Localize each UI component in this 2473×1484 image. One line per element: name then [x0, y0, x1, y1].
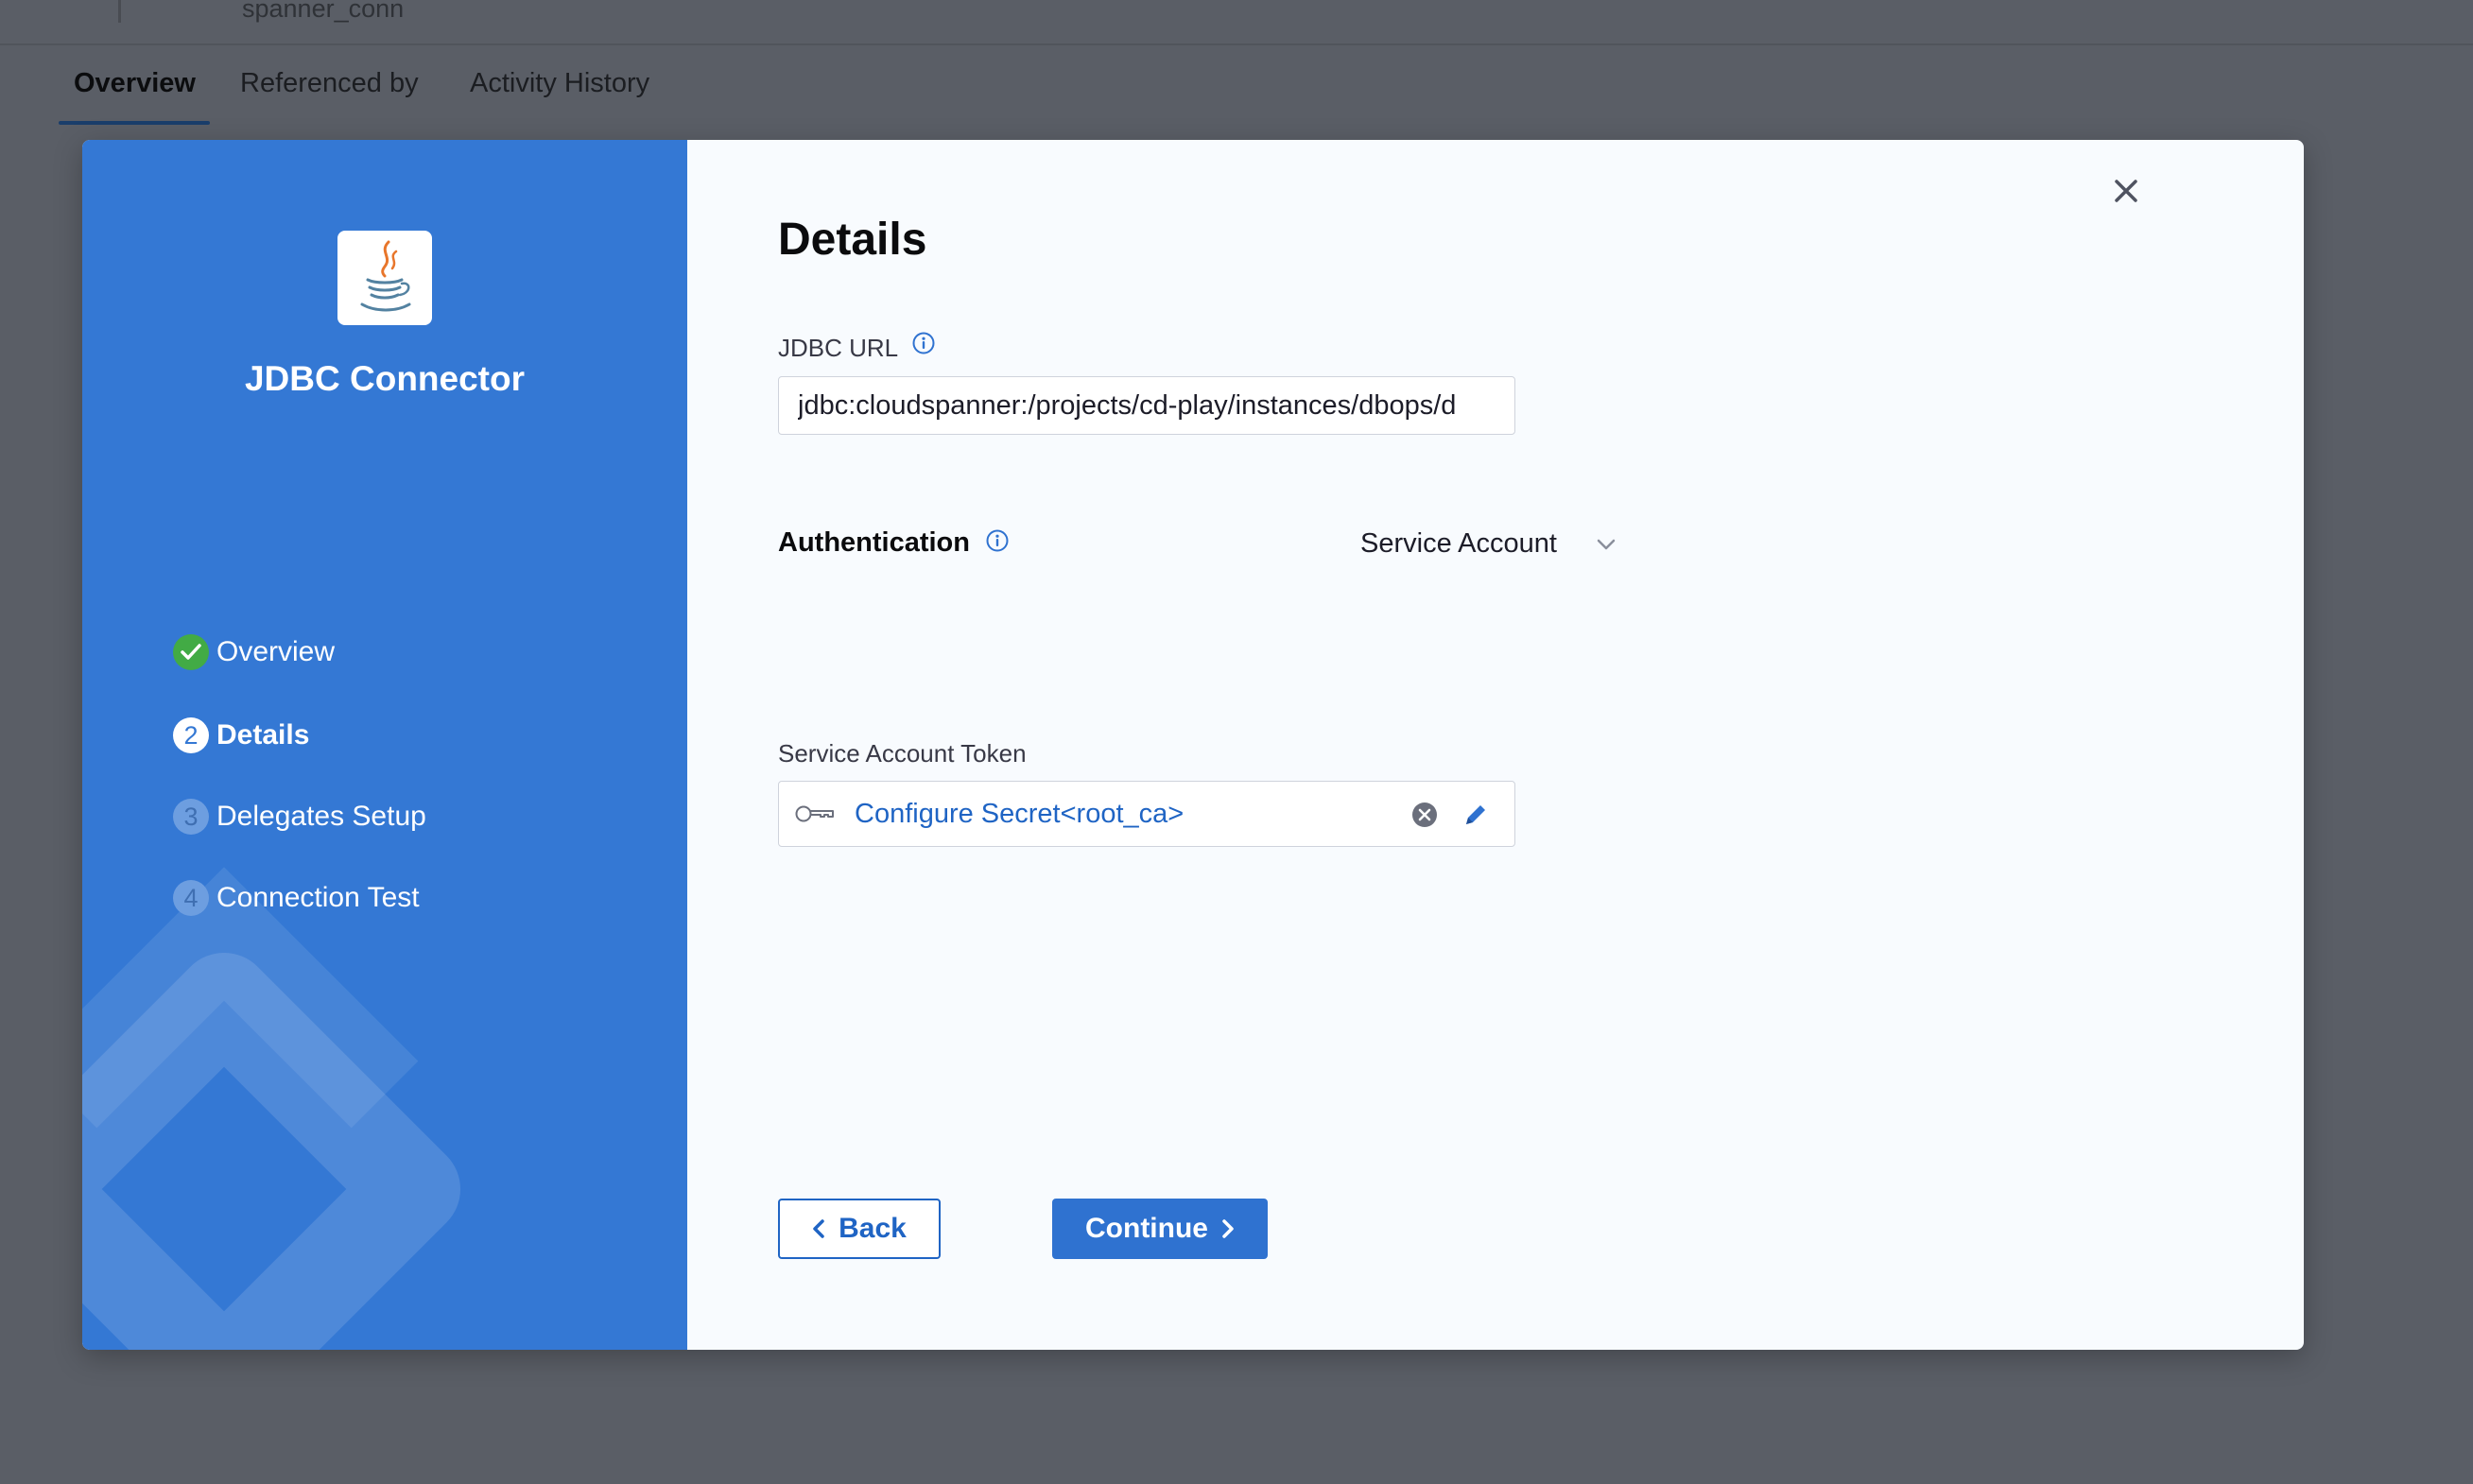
jdbc-url-label-text: JDBC URL	[778, 334, 898, 362]
tab-overview[interactable]: Overview	[74, 68, 196, 116]
wizard-title: JDBC Connector	[244, 359, 526, 398]
step-label: Delegates Setup	[216, 801, 426, 832]
java-logo	[337, 231, 432, 325]
header-divider	[118, 0, 121, 23]
step-label: Connection Test	[216, 882, 420, 913]
active-tab-indicator	[59, 121, 210, 125]
step-number: 2	[173, 717, 209, 753]
connector-wizard-dialog: JDBC Connector Overview 2 Details 3 Dele…	[82, 140, 2304, 1350]
close-button[interactable]	[2105, 170, 2147, 212]
continue-button[interactable]: Continue	[1052, 1199, 1268, 1259]
info-icon[interactable]	[911, 331, 936, 355]
authentication-type-select[interactable]: Service Account	[1360, 520, 1616, 567]
java-icon	[360, 240, 411, 312]
step-number: 3	[173, 799, 209, 835]
continue-button-label: Continue	[1085, 1213, 1208, 1244]
details-panel: Details JDBC URL Authentication Service …	[687, 140, 2304, 1350]
authentication-label-text: Authentication	[778, 527, 970, 558]
back-button[interactable]: Back	[778, 1199, 941, 1259]
key-icon	[795, 805, 834, 822]
page-header: spanner_conn	[0, 0, 2473, 45]
chevron-down-icon	[1597, 539, 1616, 550]
jdbc-url-label: JDBC URL	[778, 331, 936, 363]
secret-field[interactable]: Configure Secret<root_ca>	[778, 781, 1515, 847]
service-account-token-label: Service Account Token	[778, 739, 1027, 768]
tab-activity-history[interactable]: Activity History	[470, 68, 649, 116]
page-title: Details	[778, 215, 927, 265]
jdbc-url-input[interactable]	[778, 376, 1515, 435]
connector-name: spanner_conn	[242, 0, 405, 23]
authentication-type-value: Service Account	[1360, 528, 1557, 559]
step-label: Details	[216, 719, 310, 751]
step-number: 4	[173, 880, 209, 916]
close-icon	[2115, 180, 2137, 202]
chevron-left-icon	[813, 1219, 824, 1238]
configure-secret-link[interactable]: Configure Secret<root_ca>	[855, 782, 1184, 846]
wizard-sidebar: JDBC Connector Overview 2 Details 3 Dele…	[82, 140, 687, 1350]
chevron-right-icon	[1222, 1219, 1234, 1238]
step-label: Overview	[216, 636, 336, 667]
edit-icon[interactable]	[1461, 801, 1490, 829]
back-button-label: Back	[839, 1213, 907, 1244]
check-icon	[173, 634, 209, 670]
tab-referenced-by[interactable]: Referenced by	[240, 68, 419, 116]
info-icon[interactable]	[985, 528, 1010, 553]
authentication-label: Authentication	[778, 527, 1010, 559]
clear-icon[interactable]	[1410, 801, 1439, 829]
